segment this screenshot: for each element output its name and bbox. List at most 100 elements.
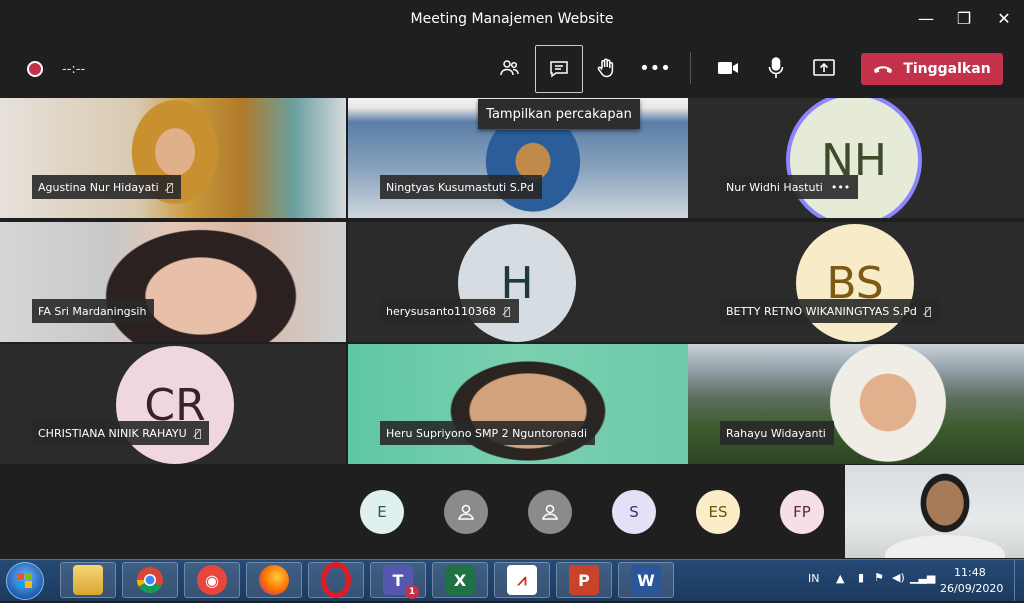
self-view-video[interactable] (845, 465, 1024, 558)
participant-avatar-small[interactable] (528, 490, 572, 534)
participant-name-tag: Ningtyas Kusumastuti S.Pd (380, 175, 542, 199)
participant-video (818, 344, 958, 464)
video-tile[interactable]: NH Nur Widhi Hastuti ••• (688, 98, 1024, 218)
meeting-timer: --:-- (62, 62, 86, 77)
mic-off-icon: 🎙̸ (166, 180, 174, 194)
participant-name: Heru Supriyono SMP 2 Nguntoronadi (386, 426, 588, 440)
mic-off-icon: 🎙̸ (924, 304, 932, 318)
avatar: H (458, 224, 576, 342)
video-tile[interactable]: FA Sri Mardaningsih (0, 222, 346, 342)
avatar-initials: FP (793, 503, 811, 521)
participant-name: FA Sri Mardaningsih (38, 304, 147, 318)
video-tile[interactable]: Agustina Nur Hidayati 🎙̸ (0, 98, 346, 218)
taskbar-acrobat[interactable]: ⩘ (494, 562, 550, 598)
chrome-icon (136, 567, 163, 594)
taskbar-powerpoint[interactable]: P (556, 562, 612, 598)
leave-label: Tinggalkan (903, 61, 991, 77)
participants-icon (500, 60, 519, 76)
window-title: Meeting Manajemen Website (410, 11, 614, 27)
close-button[interactable]: ✕ (992, 8, 1016, 30)
camera-icon (718, 62, 738, 74)
folder-icon (73, 565, 103, 595)
network-icon[interactable]: ▁▃▅ (910, 571, 935, 584)
raise-hand-button[interactable] (586, 48, 626, 88)
more-actions-button[interactable]: ••• (635, 48, 675, 88)
title-bar: Meeting Manajemen Website — ❐ ✕ (0, 0, 1024, 38)
maximize-button[interactable]: ❐ (952, 8, 976, 30)
taskbar-excel[interactable]: X (432, 562, 488, 598)
firefox-icon (259, 565, 289, 595)
video-tile[interactable]: CR CHRISTIANA NINIK RAHAYU 🎙̸ (0, 344, 346, 464)
participant-name-tag: Heru Supriyono SMP 2 Nguntoronadi (380, 421, 596, 445)
person-icon (458, 504, 474, 520)
mic-off-icon: 🎙̸ (503, 304, 511, 318)
show-desktop-button[interactable] (1014, 560, 1024, 601)
opera-icon (321, 562, 351, 598)
start-button[interactable] (6, 562, 44, 600)
clock-time[interactable]: 11:48 (954, 566, 986, 579)
taskbar-explorer[interactable] (60, 562, 116, 598)
participant-name: CHRISTIANA NINIK RAHAYU (38, 426, 187, 440)
participant-video (478, 130, 588, 218)
participant-name-tag: CHRISTIANA NINIK RAHAYU 🎙̸ (32, 421, 210, 445)
participants-button[interactable] (490, 48, 530, 88)
windows-logo-icon (17, 573, 32, 588)
mic-off-icon: 🎙̸ (194, 426, 202, 440)
hand-icon (597, 58, 614, 78)
more-icon: ••• (639, 57, 671, 79)
participant-video (408, 344, 648, 464)
share-screen-icon (813, 59, 835, 76)
taskbar-firefox[interactable] (246, 562, 302, 598)
microphone-button[interactable] (756, 48, 796, 88)
avatar: BS (796, 224, 914, 342)
leave-button[interactable]: Tinggalkan (861, 53, 1003, 85)
participant-avatar-small[interactable] (444, 490, 488, 534)
participant-name: herysusanto110368 (386, 304, 496, 318)
participant-name: Nur Widhi Hastuti (726, 180, 823, 194)
taskbar-teams[interactable]: T 1 (370, 562, 426, 599)
flag-icon[interactable]: ⚑ (874, 571, 884, 584)
windows-taskbar: ◉ T 1 X ⩘ P W IN ▲ ▮ ⚑ ◀) ▁▃▅ 11:48 26/0… (0, 559, 1024, 601)
minimize-button[interactable]: — (914, 8, 938, 30)
volume-icon[interactable]: ◀) (892, 571, 905, 584)
word-icon: W (631, 565, 661, 595)
toolbar-divider (690, 52, 691, 84)
participant-avatar-small[interactable]: ES (696, 490, 740, 534)
taskbar-chrome[interactable] (122, 562, 178, 598)
show-hidden-icons[interactable]: ▲ (836, 572, 844, 585)
participant-name-tag: Nur Widhi Hastuti ••• (720, 175, 859, 199)
notification-badge: 1 (405, 585, 419, 599)
participant-avatar-small[interactable]: S (612, 490, 656, 534)
video-grid: Agustina Nur Hidayati 🎙̸ Ningtyas Kusuma… (0, 98, 1024, 464)
recording-icon (27, 61, 43, 77)
usb-icon[interactable]: ▮ (858, 571, 864, 584)
participant-avatar-small[interactable]: E (360, 490, 404, 534)
video-tile[interactable]: Heru Supriyono SMP 2 Nguntoronadi (348, 344, 694, 464)
taskbar-gallery[interactable]: ◉ (184, 562, 240, 598)
participant-name-tag: Agustina Nur Hidayati 🎙̸ (32, 175, 182, 199)
participant-name: Ningtyas Kusumastuti S.Pd (386, 180, 534, 194)
avatar: NH (790, 98, 918, 218)
avatar-initials: E (377, 503, 387, 521)
video-tile[interactable]: Rahayu Widayanti (688, 344, 1024, 464)
teams-icon: T 1 (383, 565, 419, 599)
camera-button[interactable] (708, 48, 748, 88)
video-tile[interactable]: BS BETTY RETNO WIKANINGTYAS S.Pd 🎙̸ (688, 222, 1024, 342)
show-conversation-button[interactable] (535, 45, 583, 93)
taskbar-word[interactable]: W (618, 562, 674, 598)
participant-avatar-small[interactable]: FP (780, 490, 824, 534)
more-options-icon[interactable]: ••• (831, 181, 850, 194)
avatar-initials: ES (708, 503, 728, 521)
participant-name-tag: Rahayu Widayanti (720, 421, 834, 445)
participant-name: BETTY RETNO WIKANINGTYAS S.Pd (726, 304, 917, 318)
input-language[interactable]: IN (808, 572, 819, 585)
taskbar-opera[interactable] (308, 562, 364, 598)
share-screen-button[interactable] (804, 48, 844, 88)
clock-date[interactable]: 26/09/2020 (940, 582, 1003, 595)
participant-video (80, 222, 300, 342)
participant-name-tag: BETTY RETNO WIKANINGTYAS S.Pd 🎙̸ (720, 299, 940, 323)
avatar: CR (116, 346, 234, 464)
avatar-initials: S (629, 503, 639, 521)
participant-name: Rahayu Widayanti (726, 426, 826, 440)
video-tile[interactable]: H herysusanto110368 🎙̸ (348, 222, 694, 342)
